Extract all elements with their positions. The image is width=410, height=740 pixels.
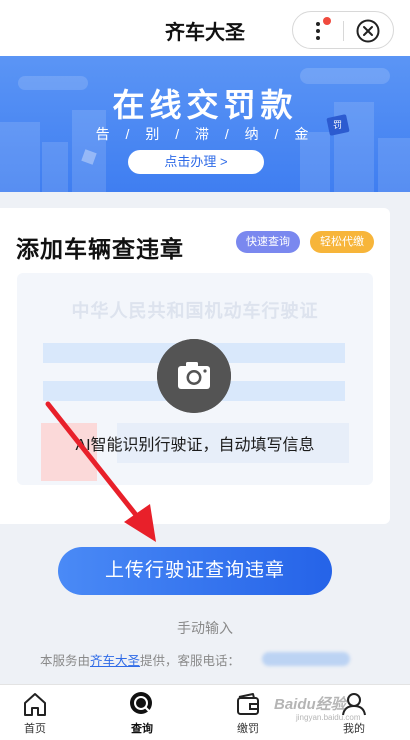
service-info: 本服务由齐车大圣提供，客服电话： bbox=[40, 650, 240, 669]
pay-fine-banner[interactable]: 罚 在线交罚款 告 / 别 / 滞 / 纳 / 金 点击办理 > bbox=[0, 56, 410, 192]
more-dots-icon[interactable] bbox=[312, 21, 324, 41]
license-ai-hint: AI智能识别行驶证，自动填写信息 bbox=[75, 437, 315, 454]
tab-query[interactable]: 查询 bbox=[112, 689, 172, 739]
capsule-divider bbox=[343, 21, 344, 41]
add-vehicle-card: 添加车辆查违章 快速查询 轻松代缴 中华人民共和国机动车行驶证 AI智能识别行驶… bbox=[0, 208, 390, 524]
search-icon bbox=[130, 692, 152, 714]
camera-icon[interactable] bbox=[157, 339, 231, 413]
card-title: 添加车辆查违章 bbox=[16, 236, 184, 262]
banner-title: 在线交罚款 bbox=[112, 87, 298, 123]
license-scan-area[interactable]: 中华人民共和国机动车行驶证 AI智能识别行驶证，自动填写信息 bbox=[17, 273, 373, 485]
tab-mine-label: 我的 bbox=[343, 723, 365, 735]
home-icon bbox=[24, 693, 46, 716]
service-suffix: 提供，客服电话： bbox=[140, 654, 241, 668]
manual-input-link[interactable]: 手动输入 bbox=[0, 618, 410, 638]
tab-fine-payment[interactable]: 缴罚 bbox=[218, 689, 278, 739]
license-heading: 中华人民共和国机动车行驶证 bbox=[71, 301, 319, 321]
upload-license-button[interactable]: 上传行驶证查询违章 bbox=[58, 547, 332, 595]
banner-subtitle: 告 / 别 / 滞 / 纳 / 金 bbox=[95, 126, 315, 142]
tab-fine-payment-label: 缴罚 bbox=[237, 723, 259, 735]
service-prefix: 本服务由 bbox=[40, 654, 91, 668]
mini-program-capsule bbox=[292, 11, 394, 49]
service-brand-link[interactable]: 齐车大圣 bbox=[90, 654, 140, 668]
wallet-icon bbox=[237, 693, 259, 715]
banner-action-button[interactable]: 点击办理 > bbox=[128, 150, 264, 174]
tab-home[interactable]: 首页 bbox=[5, 689, 65, 739]
baidu-watermark: Baidu经验 bbox=[274, 696, 346, 713]
baidu-watermark-url: jingyan.baidu.com bbox=[296, 713, 361, 722]
top-nav-bar: 齐车大圣 bbox=[0, 0, 410, 56]
notification-dot bbox=[323, 17, 331, 25]
quick-query-tag: 快速查询 bbox=[236, 231, 300, 253]
paper-icon bbox=[81, 149, 97, 165]
bottom-tab-bar: 首页 查询 缴罚 我的 Baidu经验 jingyan.baidu.com bbox=[0, 684, 410, 740]
close-circle-icon[interactable] bbox=[355, 18, 381, 44]
tab-query-label: 查询 bbox=[131, 723, 153, 735]
tab-home-label: 首页 bbox=[24, 723, 46, 735]
service-phone-redacted bbox=[262, 652, 350, 666]
easy-pay-tag: 轻松代缴 bbox=[310, 231, 374, 253]
